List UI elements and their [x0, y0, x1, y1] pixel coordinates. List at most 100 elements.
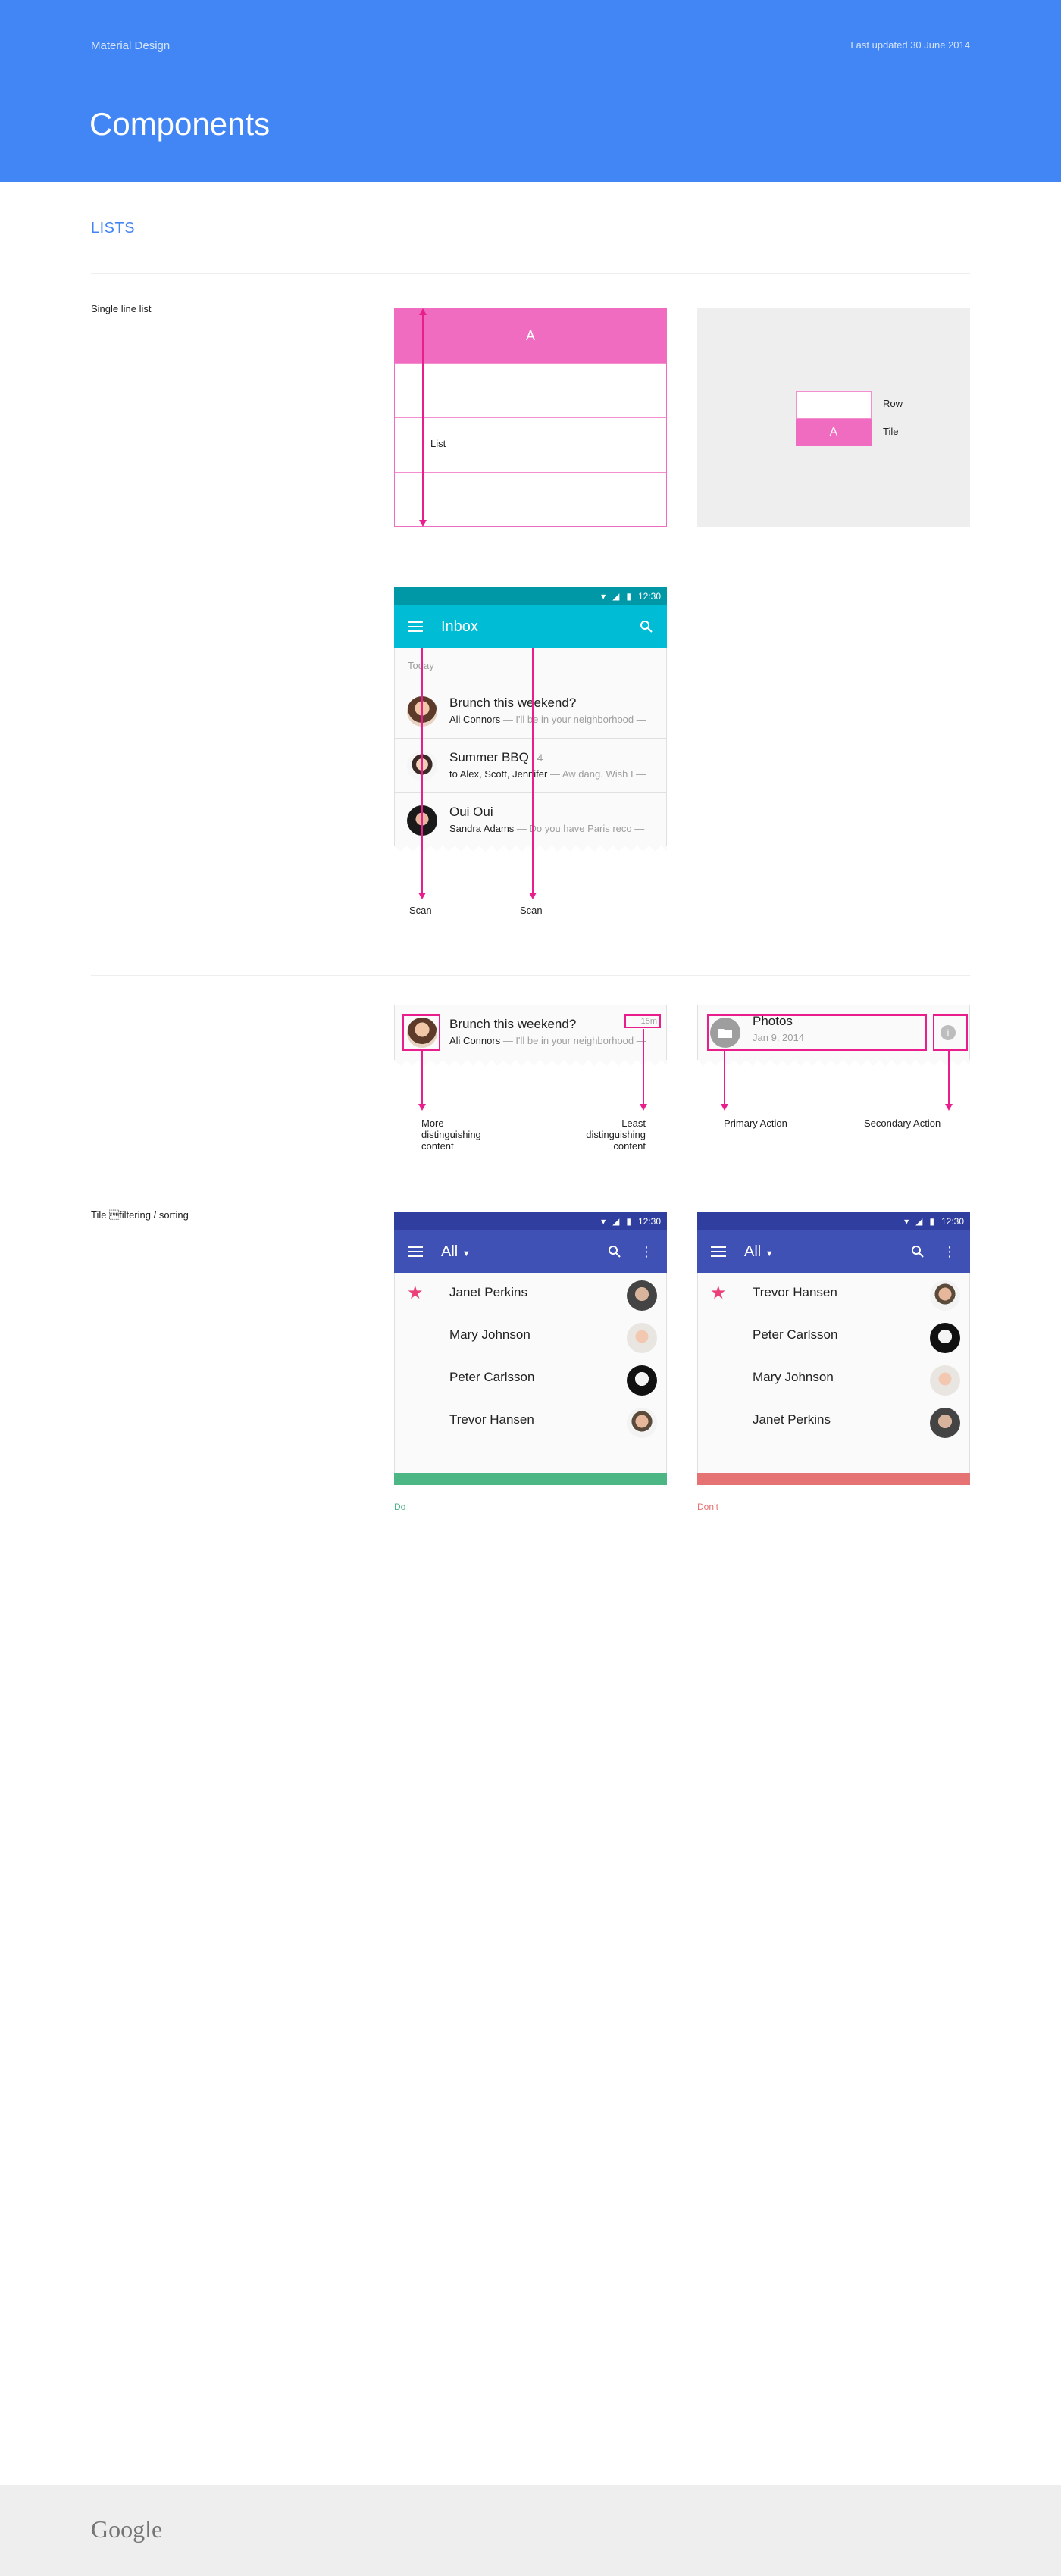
menu-icon[interactable]	[408, 621, 423, 632]
divider	[91, 273, 970, 274]
filter-dropdown[interactable]: All ▼	[744, 1243, 774, 1261]
primary-action-label: Primary Action	[724, 1118, 787, 1129]
inbox-list: Today Brunch this weekend? Ali Connors —…	[394, 648, 667, 846]
contact-name[interactable]: Mary Johnson	[753, 1370, 834, 1385]
wifi-icon: ▾	[601, 1216, 606, 1227]
message-subtitle: Sandra Adams — Do you have Paris reco —	[449, 823, 662, 834]
header-brand[interactable]: Material Design	[91, 39, 170, 52]
section-title: LISTS	[91, 220, 136, 236]
contact-name[interactable]: Trevor Hansen	[753, 1285, 837, 1300]
menu-icon[interactable]	[408, 1246, 423, 1257]
signal-icon: ◢	[612, 1216, 620, 1227]
secondary-action-highlight	[933, 1014, 968, 1051]
more-vert-icon[interactable]: ⋮	[943, 1245, 956, 1258]
photos-row[interactable]: Photos Jan 9, 2014 i	[697, 1005, 970, 1060]
avatar-highlight	[402, 1014, 440, 1051]
dropdown-arrow-icon: ▼	[765, 1249, 774, 1258]
avatar	[627, 1365, 657, 1396]
message-subtitle: Ali Connors — I'll be in your neighborho…	[449, 714, 662, 725]
inbox-title: Inbox	[441, 617, 478, 635]
search-icon[interactable]	[608, 1245, 621, 1258]
contact-name[interactable]: Janet Perkins	[753, 1412, 831, 1427]
single-line-label: Single line list	[91, 303, 152, 314]
list-item[interactable]: Oui Oui Sandra Adams — Do you have Paris…	[395, 793, 666, 848]
dont-phone: ▾ ◢ ▮ 12:30 All ▼ ⋮ ★ Trevor Hansen Pete…	[697, 1212, 970, 1487]
torn-edge	[394, 846, 667, 858]
star-icon[interactable]: ★	[407, 1282, 424, 1304]
scan-line	[532, 648, 534, 893]
status-bar: ▾ ◢ ▮ 12:30	[394, 587, 667, 605]
photos-example: Photos Jan 9, 2014 i	[697, 1005, 970, 1074]
search-icon[interactable]	[640, 620, 653, 633]
dropdown-arrow-icon: ▼	[462, 1249, 471, 1258]
torn-edge	[394, 1060, 667, 1072]
signal-icon: ◢	[612, 591, 620, 602]
search-icon[interactable]	[911, 1245, 925, 1258]
tile-a: A	[394, 308, 667, 363]
contact-name[interactable]: Peter Carlsson	[449, 1370, 534, 1385]
wifi-icon: ▾	[601, 591, 606, 602]
divider	[91, 975, 970, 976]
google-logo[interactable]: Google	[91, 2515, 162, 2543]
avatar	[930, 1365, 960, 1396]
filter-dropdown[interactable]: All ▼	[441, 1243, 471, 1261]
contact-name[interactable]: Peter Carlsson	[753, 1327, 837, 1343]
message-title: Summer BBQ 4	[449, 750, 543, 765]
arrow-down-icon	[419, 520, 427, 527]
contact-name[interactable]: Janet Perkins	[449, 1285, 527, 1300]
status-time: 12:30	[637, 1216, 661, 1227]
avatar	[930, 1323, 960, 1353]
row-divider	[395, 472, 666, 473]
pointer-line	[643, 1029, 644, 1104]
star-icon[interactable]: ★	[710, 1282, 727, 1304]
filter-label: All	[744, 1243, 762, 1260]
list-item[interactable]: Summer BBQ 4 to Alex, Scott, Jennifer — …	[395, 739, 666, 793]
filtering-label: Tile filtering / sorting	[91, 1209, 189, 1221]
arrow-down-icon	[640, 1104, 647, 1111]
message-title: Brunch this weekend?	[449, 1017, 577, 1031]
battery-icon: ▮	[626, 1216, 631, 1227]
list-label: List	[430, 438, 446, 449]
dont-bar	[697, 1473, 970, 1485]
status-time: 12:30	[637, 591, 661, 602]
list-item[interactable]: Brunch this weekend? Ali Connors — I'll …	[395, 684, 666, 739]
row-divider	[395, 417, 666, 418]
message-sender: Ali Connors	[449, 714, 501, 725]
message-subtitle: to Alex, Scott, Jennifer — Aw dang. Wish…	[449, 768, 662, 780]
single-line-list-diagram: A List	[394, 308, 667, 527]
page-title: Components	[89, 106, 271, 142]
page-header: Material Design Last updated 30 June 201…	[0, 0, 1061, 182]
message-title-text: Summer BBQ	[449, 750, 529, 764]
pointer-line	[724, 1051, 725, 1104]
do-label: Do	[394, 1502, 406, 1512]
menu-icon[interactable]	[711, 1246, 726, 1257]
least-distinguishing-label: Least distinguishing content	[586, 1118, 646, 1152]
secondary-action-label: Secondary Action	[864, 1118, 941, 1129]
battery-icon: ▮	[929, 1216, 934, 1227]
row-divider	[395, 363, 666, 364]
page-footer: Google	[0, 2485, 1061, 2576]
do-phone: ▾ ◢ ▮ 12:30 All ▼ ⋮ ★ Janet Perkins Mary…	[394, 1212, 667, 1487]
contact-name[interactable]: Mary Johnson	[449, 1327, 530, 1343]
message-row[interactable]: Brunch this weekend? Ali Connors — I'll …	[394, 1005, 667, 1060]
arrow-down-icon	[418, 1104, 426, 1111]
message-preview: — I'll be in your neighborhood —	[500, 714, 646, 725]
message-title: Oui Oui	[449, 805, 493, 819]
message-subtitle: Ali Connors — I'll be in your neighborho…	[449, 1035, 662, 1046]
tile-swatch: A	[796, 419, 872, 446]
contact-name[interactable]: Trevor Hansen	[449, 1412, 534, 1427]
contacts-list: ★ Janet Perkins Mary Johnson Peter Carls…	[394, 1273, 667, 1473]
timestamp: 15m	[624, 1014, 661, 1028]
avatar	[930, 1280, 960, 1311]
status-bar: ▾ ◢ ▮ 12:30	[697, 1212, 970, 1230]
signal-icon: ◢	[915, 1216, 923, 1227]
do-bar	[394, 1473, 667, 1485]
message-sender: Sandra Adams	[449, 823, 515, 834]
more-distinguishing-label: More distinguishing content	[421, 1118, 481, 1152]
inbox-phone: ▾ ◢ ▮ 12:30 Inbox Today Brunch this week…	[394, 587, 667, 858]
arrow-down-icon	[529, 893, 537, 899]
filter-label: All	[441, 1243, 459, 1260]
primary-action-highlight	[707, 1014, 927, 1051]
status-time: 12:30	[941, 1216, 964, 1227]
more-vert-icon[interactable]: ⋮	[640, 1245, 653, 1258]
